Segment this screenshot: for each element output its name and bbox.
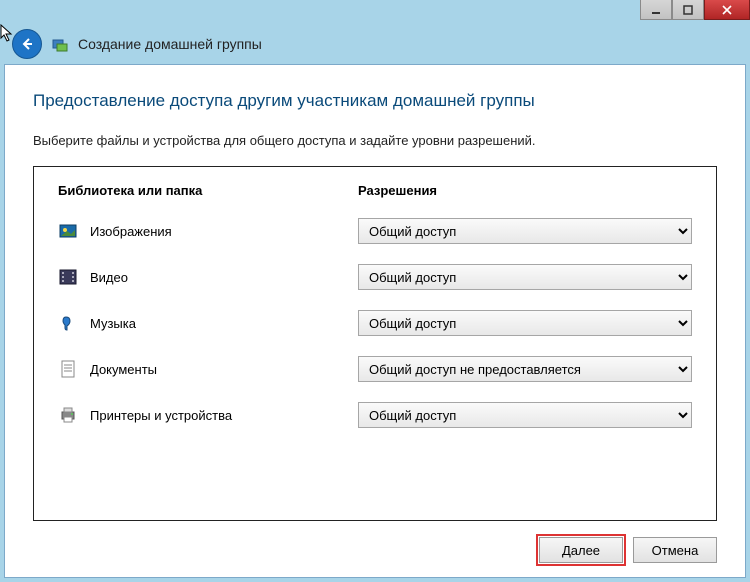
sharing-table: Библиотека или папка Разрешения Изображе… [33,166,717,521]
permission-select[interactable]: Общий доступОбщий доступ не предоставляе… [358,264,692,290]
table-header: Библиотека или папка Разрешения [52,179,698,208]
maximize-icon [683,5,693,15]
video-icon [58,267,78,287]
maximize-button[interactable] [672,0,704,20]
window-caption-buttons [640,0,750,20]
close-button[interactable] [704,0,750,20]
pictures-icon [58,221,78,241]
homegroup-icon [52,36,68,52]
page-heading: Предоставление доступа другим участникам… [33,91,717,111]
table-row: ДокументыОбщий доступОбщий доступ не пре… [52,346,698,392]
wizard-header: Создание домашней группы [0,24,750,64]
wizard-footer: Далее Отмена [33,521,717,563]
documents-icon [58,359,78,379]
table-row: Принтеры и устройстваОбщий доступОбщий д… [52,392,698,438]
back-button[interactable] [12,29,42,59]
window-title: Создание домашней группы [78,36,262,52]
permission-select[interactable]: Общий доступОбщий доступ не предоставляе… [358,402,692,428]
cancel-button[interactable]: Отмена [633,537,717,563]
table-row: ВидеоОбщий доступОбщий доступ не предост… [52,254,698,300]
column-library: Библиотека или папка [58,183,358,198]
page-subtitle: Выберите файлы и устройства для общего д… [33,133,717,148]
music-icon [58,313,78,333]
library-name: Видео [90,270,358,285]
library-name: Музыка [90,316,358,331]
arrow-left-icon [20,37,34,51]
library-name: Принтеры и устройства [90,408,358,423]
next-button[interactable]: Далее [539,537,623,563]
library-name: Документы [90,362,358,377]
permission-select[interactable]: Общий доступОбщий доступ не предоставляе… [358,310,692,336]
minimize-button[interactable] [640,0,672,20]
printers-icon [58,405,78,425]
close-icon [722,5,732,15]
wizard-content: Предоставление доступа другим участникам… [4,64,746,578]
table-row: МузыкаОбщий доступОбщий доступ не предос… [52,300,698,346]
minimize-icon [651,5,661,15]
column-permissions: Разрешения [358,183,437,198]
table-row: ИзображенияОбщий доступОбщий доступ не п… [52,208,698,254]
permission-select[interactable]: Общий доступОбщий доступ не предоставляе… [358,218,692,244]
library-name: Изображения [90,224,358,239]
permission-select[interactable]: Общий доступОбщий доступ не предоставляе… [358,356,692,382]
